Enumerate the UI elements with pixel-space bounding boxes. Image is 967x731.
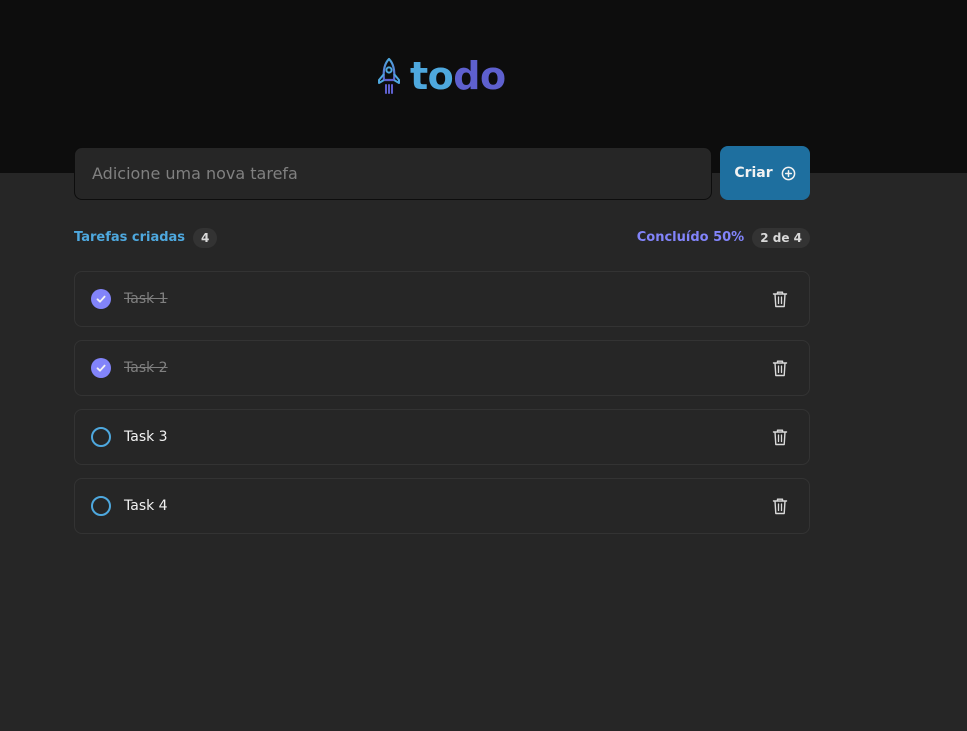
- trash-icon: [772, 360, 788, 377]
- logo-text-do: do: [453, 54, 506, 98]
- trash-icon: [772, 429, 788, 446]
- done-summary: Concluído 50% 2 de 4: [636, 227, 810, 249]
- logo-text-to: to: [410, 54, 454, 98]
- task-checkbox-unchecked[interactable]: [91, 427, 111, 447]
- task-checkbox-checked[interactable]: [91, 358, 111, 378]
- task-summary: Tarefas criadas 4 Concluído 50% 2 de 4: [74, 226, 810, 250]
- task-text: Task 2: [124, 360, 168, 376]
- task-text: Task 1: [124, 291, 168, 307]
- done-label: Concluído 50%: [636, 230, 745, 246]
- task-text: Task 3: [124, 429, 168, 445]
- task-item: Task 4: [74, 478, 810, 534]
- task-checkbox-unchecked[interactable]: [91, 496, 111, 516]
- check-icon: [96, 295, 106, 303]
- delete-task-button[interactable]: [768, 287, 792, 311]
- app-title: todo: [410, 57, 506, 95]
- task-item: Task 3: [74, 409, 810, 465]
- delete-task-button[interactable]: [768, 494, 792, 518]
- delete-task-button[interactable]: [768, 425, 792, 449]
- check-icon: [96, 364, 106, 372]
- created-summary: Tarefas criadas 4: [74, 227, 218, 249]
- created-count-badge: 4: [193, 227, 218, 249]
- create-button-label: Criar: [734, 165, 773, 181]
- done-count-badge: 2 de 4: [752, 227, 810, 249]
- create-button[interactable]: Criar: [720, 146, 810, 200]
- rocket-icon: [378, 57, 400, 94]
- new-task-input[interactable]: [74, 147, 712, 200]
- task-text: Task 4: [124, 498, 168, 514]
- trash-icon: [772, 498, 788, 515]
- delete-task-button[interactable]: [768, 356, 792, 380]
- trash-icon: [772, 291, 788, 308]
- task-item: Task 1: [74, 271, 810, 327]
- task-list: Task 1 Task 2 Task 3 Task 4: [74, 271, 810, 534]
- app-logo: todo: [376, 56, 506, 96]
- task-checkbox-checked[interactable]: [91, 289, 111, 309]
- plus-circle-icon: [781, 166, 796, 180]
- task-item: Task 2: [74, 340, 810, 396]
- created-label: Tarefas criadas: [74, 230, 186, 246]
